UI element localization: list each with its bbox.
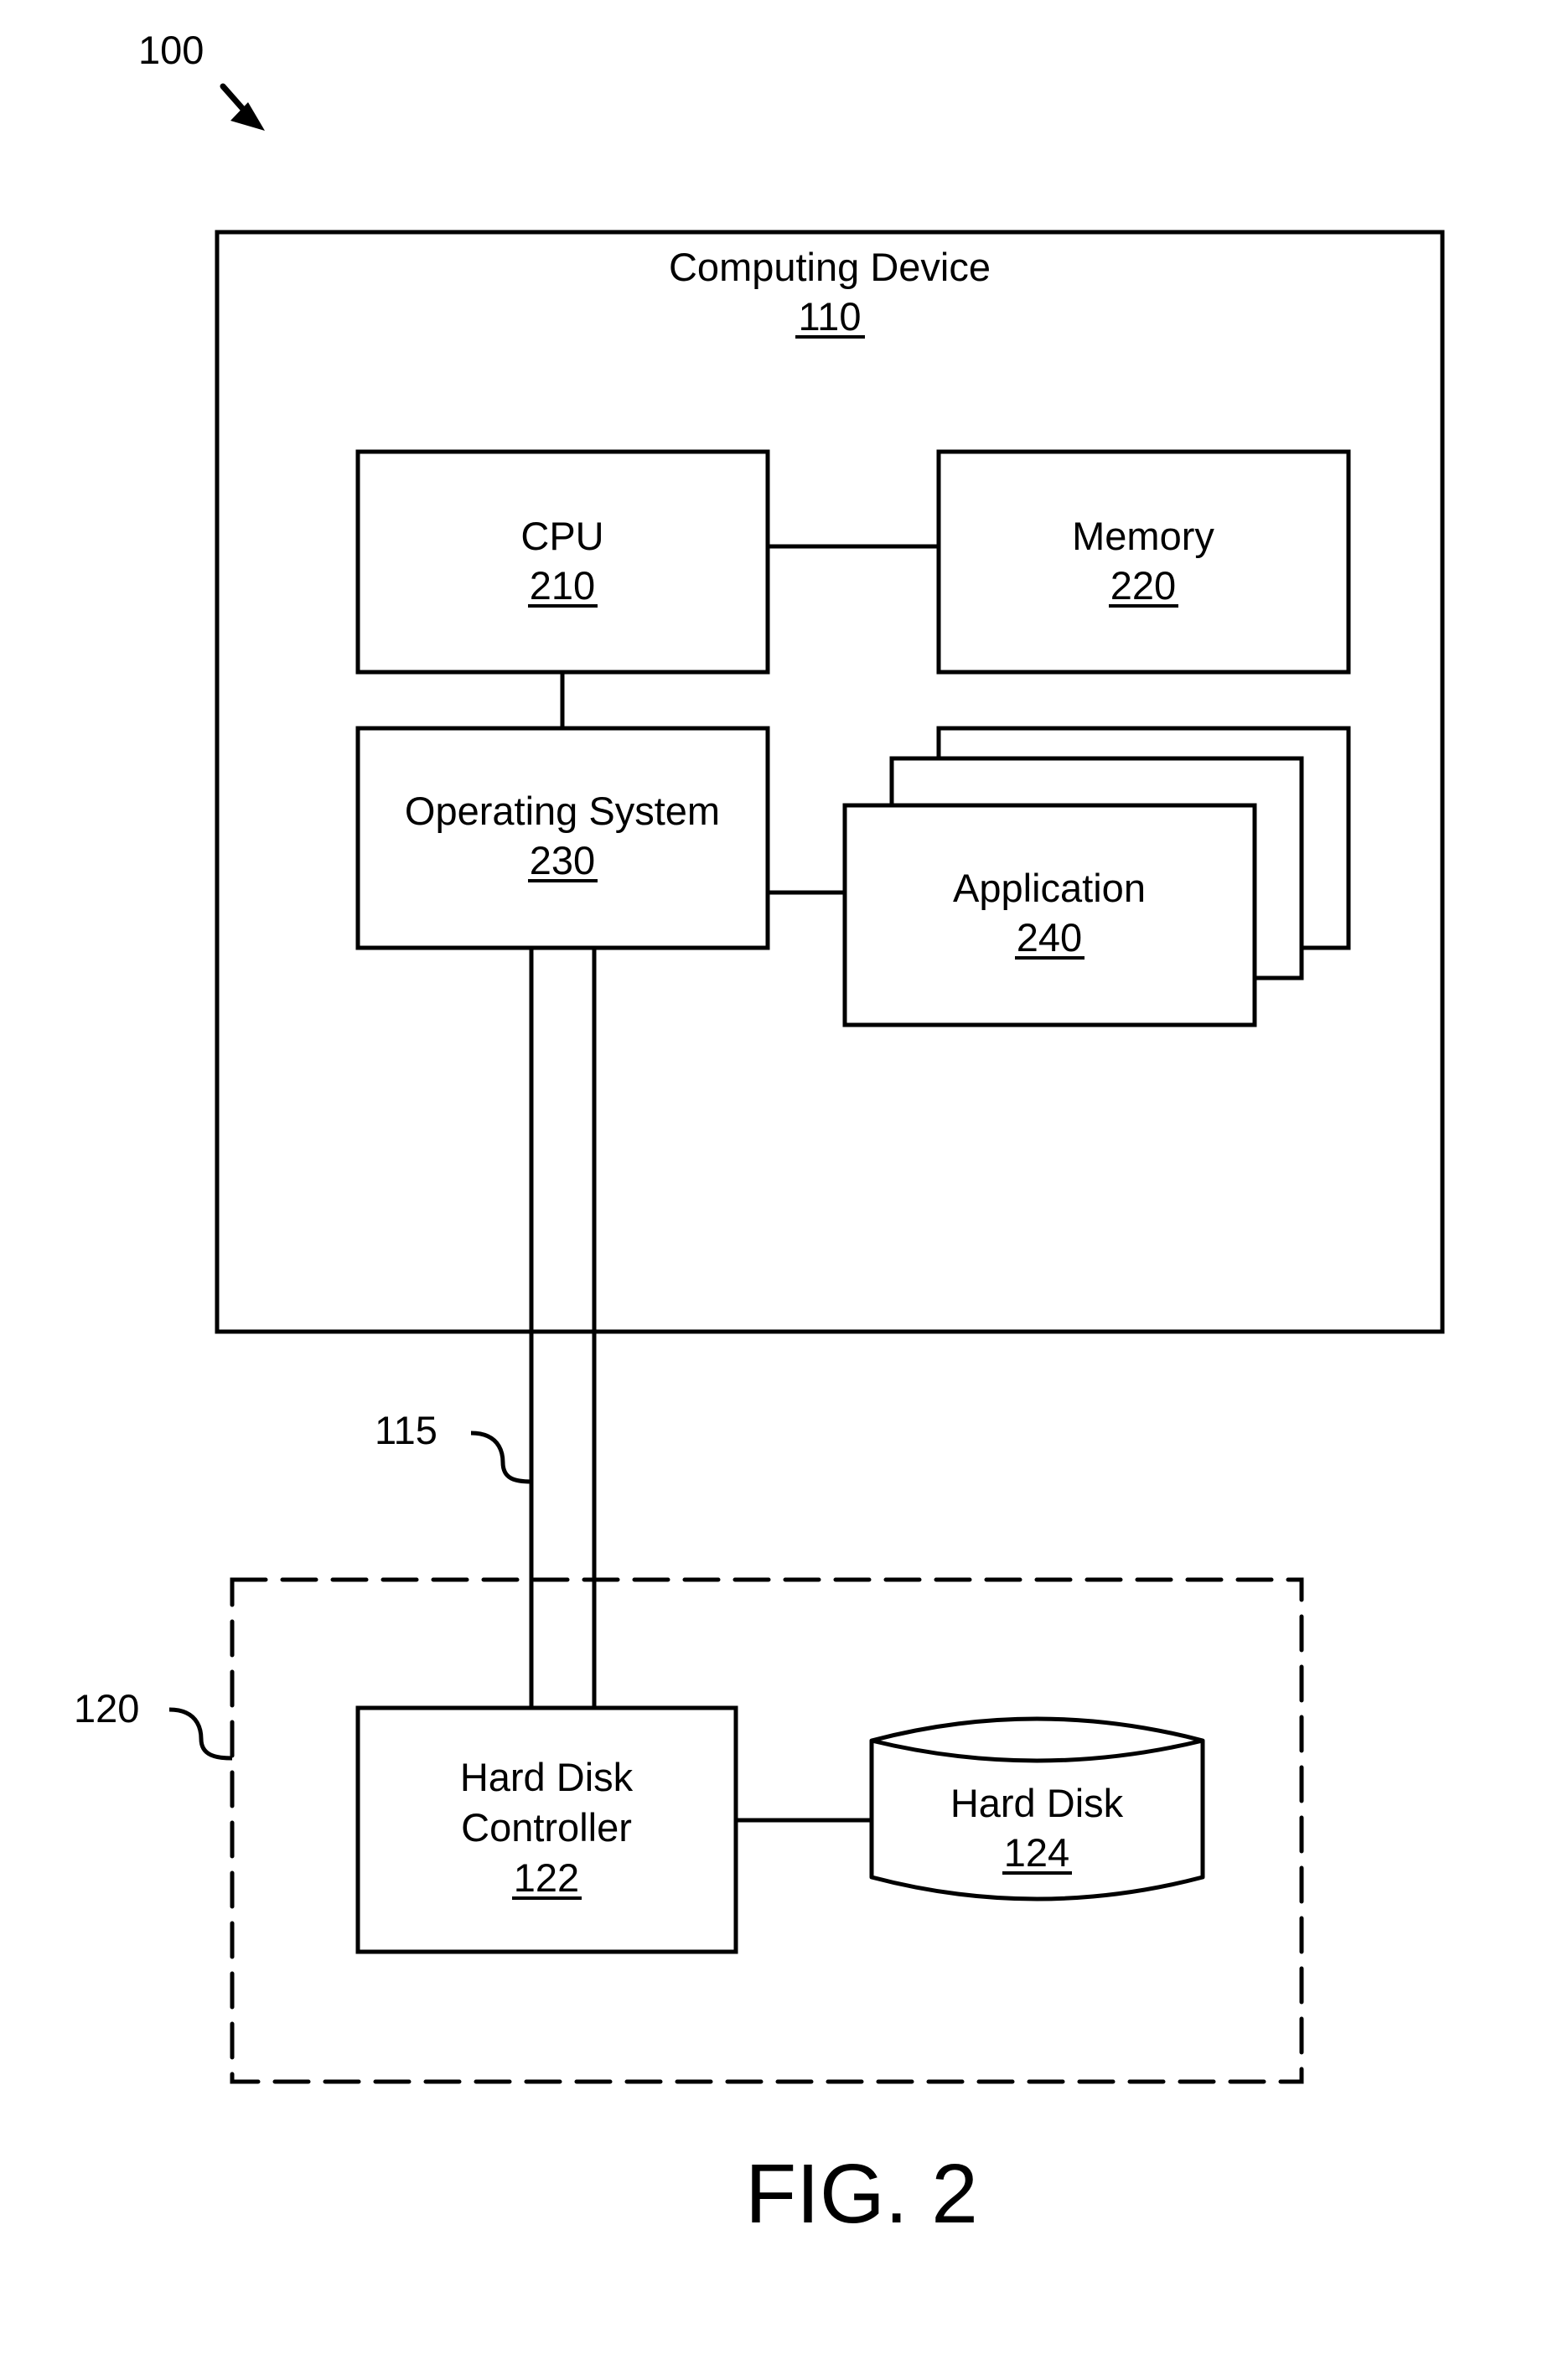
- memory-label: Memory: [1072, 514, 1214, 558]
- cpu-label: CPU: [520, 514, 603, 558]
- computing-device-ref: 110: [799, 294, 862, 339]
- application-ref: 240: [1017, 915, 1082, 960]
- hard-disk-label: Hard Disk: [950, 1781, 1124, 1825]
- cpu-box: [355, 449, 770, 675]
- hard-disk-controller-ref: 122: [514, 1855, 579, 1900]
- storage-subsystem-leader-line: [168, 1707, 233, 1761]
- hard-disk-controller-label-line1: Hard Disk: [460, 1755, 634, 1799]
- system-diagram: 100 Computing Device 110 CPU 210 Memory …: [74, 28, 1445, 2241]
- storage-subsystem-ref-label: 120: [74, 1686, 139, 1731]
- figure-reference-label: 100: [138, 28, 204, 72]
- bus-leader-line: [470, 1431, 532, 1484]
- application-label: Application: [953, 866, 1146, 910]
- memory-box: [936, 449, 1351, 675]
- operating-system-ref: 230: [530, 838, 595, 882]
- figure-caption: FIG. 2: [745, 2147, 978, 2241]
- hard-disk-controller-label-line2: Controller: [461, 1805, 632, 1850]
- cpu-ref: 210: [530, 563, 595, 608]
- memory-ref: 220: [1110, 563, 1176, 608]
- hard-disk-ref: 124: [1004, 1830, 1069, 1875]
- figure-reference-arrow-icon: [220, 83, 265, 131]
- operating-system-label: Operating System: [405, 789, 720, 833]
- computing-device-label: Computing Device: [669, 245, 991, 289]
- bus-ref-label: 115: [375, 1408, 437, 1452]
